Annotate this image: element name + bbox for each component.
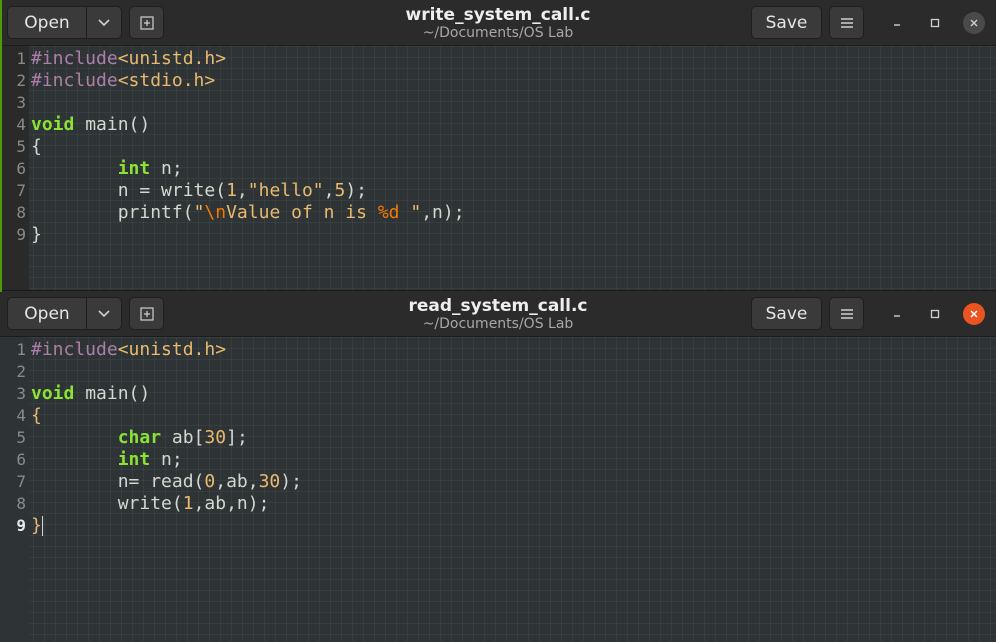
line-number: 5 <box>16 428 26 447</box>
line-number: 5 <box>16 137 26 156</box>
code-line: #include<unistd.h> <box>31 48 227 69</box>
header-bar: Open read_system_call.c ~/Documents/OS L… <box>0 291 996 337</box>
code-line: { <box>31 136 42 157</box>
code-line: write(1,ab,n); <box>31 493 270 514</box>
editor-window-write: Open write_system_call.c ~/Documents/OS … <box>0 0 996 292</box>
hamburger-icon <box>840 17 853 28</box>
line-number: 4 <box>16 115 26 134</box>
code-line: void main() <box>31 383 151 404</box>
minimize-icon <box>894 24 900 26</box>
line-number: 8 <box>16 203 26 222</box>
maximize-icon <box>930 18 940 28</box>
minimize-button[interactable] <box>886 303 908 325</box>
close-button[interactable] <box>963 12 985 34</box>
code-line: void main() <box>31 114 151 135</box>
code-line: n = write(1,"hello",5); <box>31 180 367 201</box>
left-edge-accent <box>0 0 2 292</box>
code-editor[interactable]: 1 2 3 4 5 6 7 8 9 #include<unistd.h> #in… <box>0 46 996 292</box>
close-button[interactable] <box>963 303 985 325</box>
line-number-gutter: 1 2 3 4 5 6 7 8 9 <box>0 337 29 642</box>
code-line: int n; <box>117 158 183 179</box>
minimize-button[interactable] <box>886 12 908 34</box>
line-number: 3 <box>16 93 26 112</box>
line-number: 7 <box>16 181 26 200</box>
line-number-current: 9 <box>16 516 26 535</box>
text-cursor <box>41 516 43 536</box>
line-number-gutter: 1 2 3 4 5 6 7 8 9 <box>0 46 29 292</box>
code-line: char ab[30]; <box>117 427 248 448</box>
minimize-icon <box>894 315 900 317</box>
code-line: printf("\nValue of n is %d ",n); <box>31 202 465 223</box>
maximize-icon <box>930 309 940 319</box>
line-number: 3 <box>16 384 26 403</box>
maximize-button[interactable] <box>924 303 946 325</box>
line-number: 2 <box>16 71 26 90</box>
code-editor[interactable]: 1 2 3 4 5 6 7 8 9 #include<unistd.h> voi… <box>0 337 996 642</box>
code-line: #include<unistd.h> <box>31 339 227 360</box>
hamburger-icon <box>840 308 853 319</box>
code-line: } <box>31 224 42 245</box>
line-number: 4 <box>16 406 26 425</box>
code-line: { <box>31 405 42 426</box>
maximize-button[interactable] <box>924 12 946 34</box>
editor-window-read: Open read_system_call.c ~/Documents/OS L… <box>0 290 996 642</box>
close-icon <box>970 310 978 318</box>
line-number: 2 <box>16 362 26 381</box>
code-line: } <box>31 515 43 536</box>
close-icon <box>970 19 978 27</box>
line-number: 6 <box>16 450 26 469</box>
code-line: #include<stdio.h> <box>31 70 216 91</box>
save-button[interactable]: Save <box>751 297 822 330</box>
line-number: 7 <box>16 472 26 491</box>
save-button[interactable]: Save <box>751 6 822 39</box>
code-line: n= read(0,ab,30); <box>31 471 302 492</box>
line-number: 1 <box>16 340 26 359</box>
line-number: 8 <box>16 494 26 513</box>
menu-button[interactable] <box>829 6 864 39</box>
line-number: 9 <box>16 225 26 244</box>
line-number: 6 <box>16 159 26 178</box>
header-bar: Open write_system_call.c ~/Documents/OS … <box>0 0 996 46</box>
code-line: int n; <box>117 449 183 470</box>
menu-button[interactable] <box>829 297 864 330</box>
line-number: 1 <box>16 49 26 68</box>
